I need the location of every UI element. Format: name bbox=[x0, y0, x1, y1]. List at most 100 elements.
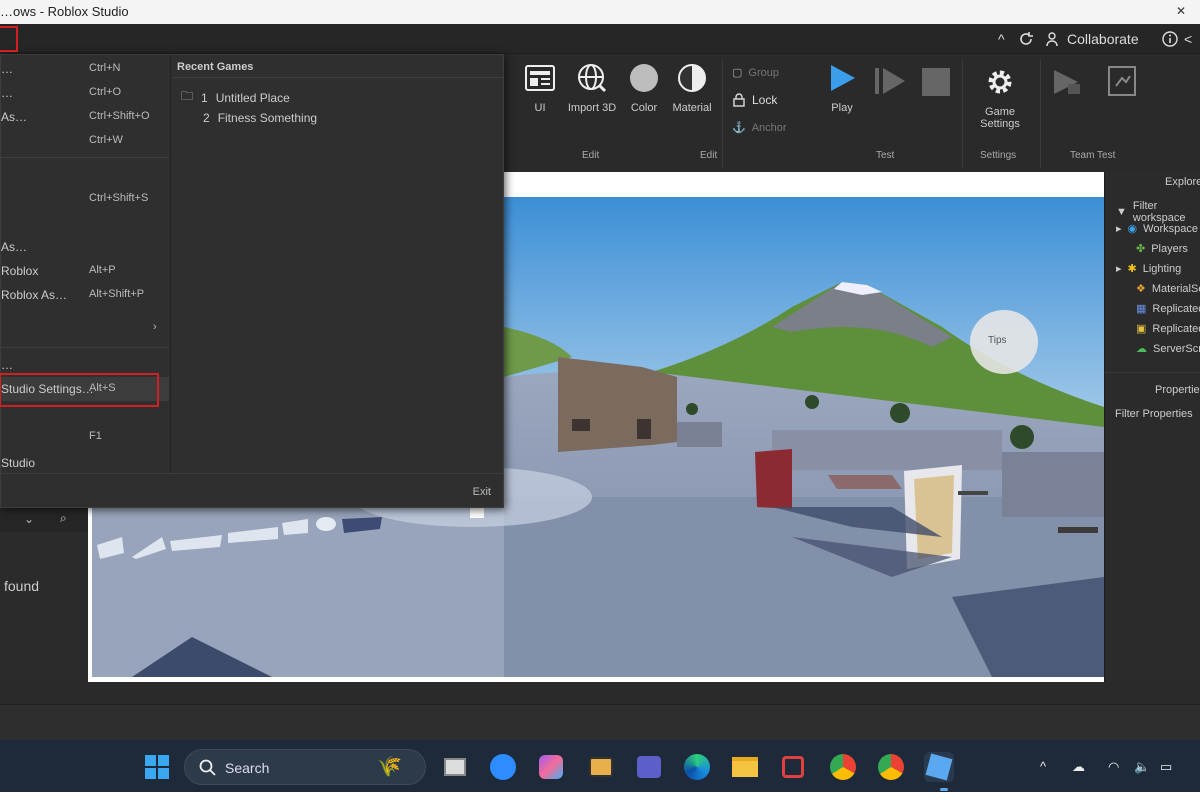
collaborate-label: Collaborate bbox=[1067, 31, 1139, 47]
snipping-tool-icon[interactable] bbox=[778, 752, 808, 782]
recent-game-name: Fitness Something bbox=[217, 111, 318, 125]
task-view-icon[interactable] bbox=[440, 752, 470, 782]
file-menu-footer: Exit bbox=[1, 473, 503, 507]
explorer-item[interactable]: ✤ Players bbox=[1136, 242, 1188, 256]
collaborate-button[interactable]: Collaborate bbox=[1046, 31, 1139, 47]
menu-item-exit-studio[interactable]: Studio bbox=[1, 451, 169, 475]
explorer-item-label: ReplicatedStorage bbox=[1152, 322, 1200, 335]
refresh-icon[interactable] bbox=[1018, 31, 1034, 47]
search-icon[interactable]: ⌕ bbox=[60, 511, 67, 526]
recent-game-index: 2 bbox=[203, 111, 210, 125]
stop-icon[interactable] bbox=[922, 68, 950, 96]
menu-item-save-all[interactable]: Ctrl+Shift+S bbox=[1, 187, 169, 211]
menu-item-open-as[interactable]: As… Ctrl+Shift+O bbox=[1, 105, 169, 129]
dropdown-chevron-icon[interactable]: ⌄ bbox=[24, 512, 34, 526]
menu-item-publish-as[interactable]: Roblox As… Alt+Shift+P bbox=[1, 283, 169, 307]
explorer-item[interactable]: ▸ ◉ Workspace bbox=[1116, 222, 1198, 236]
menu-item-label: Roblox As… bbox=[1, 288, 68, 302]
properties-title: Properties bbox=[1155, 384, 1200, 396]
info-icon[interactable] bbox=[1162, 31, 1178, 47]
lighting-icon: ✱ bbox=[1127, 263, 1137, 275]
recent-game-item[interactable]: 2 Fitness Something bbox=[203, 111, 317, 125]
ribbon-divider bbox=[1040, 60, 1041, 168]
file-menu-items: … Ctrl+N … Ctrl+O As… Ctrl+Shift+O Ctrl+W C… bbox=[0, 55, 171, 475]
ui-label: UI bbox=[534, 102, 546, 114]
play-label: Play bbox=[831, 102, 853, 114]
explorer-item[interactable]: ▣ ReplicatedStorage bbox=[1136, 322, 1200, 336]
teams-icon[interactable] bbox=[634, 752, 664, 782]
share-icon[interactable]: < bbox=[1184, 31, 1192, 47]
close-icon[interactable]: ✕ bbox=[1176, 4, 1186, 18]
ui-button[interactable]: UI bbox=[510, 62, 570, 114]
volume-icon[interactable]: 🔈 bbox=[1134, 759, 1150, 775]
window-title: …ows - Roblox Studio bbox=[0, 4, 129, 19]
game-settings-button[interactable]: Game Settings bbox=[970, 66, 1030, 130]
recent-game-item[interactable]: 🗀 1 Untitled Place bbox=[181, 87, 290, 108]
chrome-icon[interactable] bbox=[828, 752, 858, 782]
menu-item-save[interactable] bbox=[1, 211, 169, 235]
anchor-button[interactable]: ⚓ Anchor bbox=[732, 121, 787, 135]
explorer-item[interactable]: ▸ ✱ Lighting bbox=[1116, 262, 1181, 276]
ribbon-group-label: Edit bbox=[700, 150, 718, 161]
menu-item-advanced[interactable]: › bbox=[1, 317, 169, 341]
ribbon-group-label: Edit bbox=[582, 150, 600, 161]
menu-item-help[interactable]: F1 bbox=[1, 425, 169, 449]
explorer-filter-input[interactable]: ▼ Filter workspace bbox=[1116, 200, 1200, 224]
game-settings-label: Game Settings bbox=[980, 106, 1020, 130]
chevron-up-icon[interactable]: ^ bbox=[998, 31, 1005, 47]
command-bar[interactable] bbox=[0, 704, 1200, 740]
group-button[interactable]: ▢ Group bbox=[732, 66, 779, 80]
menu-item-publish[interactable]: Roblox Alt+P bbox=[1, 259, 169, 283]
lock-icon bbox=[733, 93, 745, 107]
anchor-icon: ⚓ bbox=[732, 122, 746, 134]
search-highlight-icon: 🌾 bbox=[377, 756, 402, 778]
battery-icon[interactable]: ▭ bbox=[1160, 759, 1172, 775]
lock-button[interactable]: Lock bbox=[732, 93, 777, 107]
explorer-item[interactable]: ❖ MaterialService bbox=[1136, 282, 1200, 296]
menu-item-close[interactable]: Ctrl+W bbox=[1, 129, 169, 153]
material-button[interactable]: Material bbox=[662, 62, 722, 114]
file-explorer-icon[interactable] bbox=[730, 752, 760, 782]
replicated-storage-icon: ▣ bbox=[1136, 323, 1147, 335]
windows-start-icon[interactable] bbox=[142, 752, 172, 782]
copilot-icon[interactable] bbox=[536, 752, 566, 782]
active-app-indicator bbox=[940, 788, 948, 791]
chrome-profile-icon[interactable] bbox=[876, 752, 906, 782]
panel-divider bbox=[1105, 372, 1200, 373]
menu-item-new[interactable]: … Ctrl+N bbox=[1, 57, 169, 81]
menu-shortcut: Ctrl+Shift+S bbox=[89, 192, 149, 204]
menu-item-open[interactable]: … Ctrl+O bbox=[1, 81, 169, 105]
window-title-bar: …ows - Roblox Studio ✕ bbox=[0, 0, 1200, 24]
import-3d-button[interactable]: Import 3D bbox=[562, 62, 622, 114]
tray-overflow-icon[interactable]: ^ bbox=[1040, 759, 1046, 774]
exit-button[interactable]: Exit bbox=[473, 486, 491, 498]
filter-placeholder: Filter workspace bbox=[1132, 200, 1186, 224]
submenu-arrow-icon: › bbox=[153, 321, 157, 333]
file-tab-highlight[interactable] bbox=[0, 26, 18, 52]
menu-shortcut: Ctrl+W bbox=[89, 134, 123, 146]
edge-icon[interactable] bbox=[682, 752, 712, 782]
play-button[interactable]: Play bbox=[812, 62, 872, 114]
onedrive-icon[interactable]: ☁ bbox=[1072, 759, 1085, 775]
menu-item-label: Studio bbox=[1, 456, 36, 470]
color-icon bbox=[628, 62, 660, 94]
filter-properties-input[interactable]: Filter Properties bbox=[1115, 408, 1193, 420]
ui-icon bbox=[524, 62, 556, 94]
explorer-item-label: ServerScriptService bbox=[1153, 342, 1200, 355]
roblox-studio-icon[interactable] bbox=[924, 752, 954, 782]
resume-icon[interactable] bbox=[874, 66, 906, 101]
zoom-icon[interactable] bbox=[488, 752, 518, 782]
server-script-icon: ☁ bbox=[1136, 343, 1147, 355]
ribbon-group-label: Settings bbox=[980, 150, 1017, 161]
team-test-start-icon[interactable] bbox=[1052, 68, 1082, 101]
wifi-icon[interactable]: ◠ bbox=[1108, 759, 1119, 775]
menu-item-save-as[interactable]: As… bbox=[1, 235, 169, 259]
explorer-item[interactable]: ▦ ReplicatedFirst bbox=[1136, 302, 1200, 316]
recent-games-header: Recent Games bbox=[177, 61, 254, 73]
file-menu: … Ctrl+N … Ctrl+O As… Ctrl+Shift+O Ctrl+W C… bbox=[0, 54, 504, 508]
explorer-item[interactable]: ☁ ServerScriptService bbox=[1136, 342, 1200, 356]
store-icon[interactable] bbox=[586, 752, 616, 782]
exit-team-test-icon[interactable] bbox=[1108, 66, 1136, 101]
explorer-item-label: Players bbox=[1151, 242, 1188, 255]
taskbar-search[interactable]: Search 🌾 bbox=[184, 749, 426, 785]
